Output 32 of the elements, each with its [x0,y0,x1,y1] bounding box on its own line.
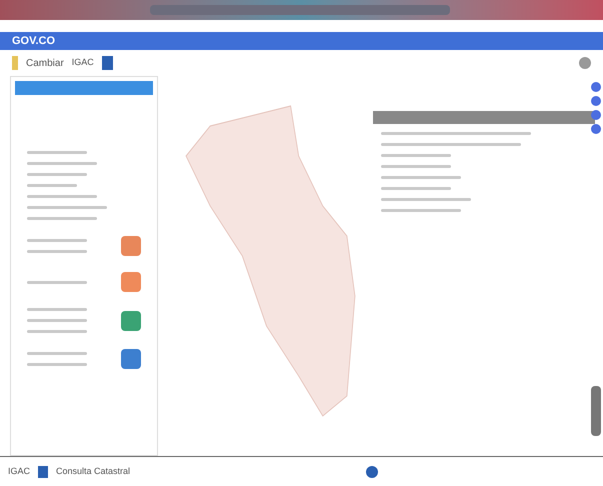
footer-title: Consulta Catastral [56,464,130,478]
blurred-text-line [381,165,451,168]
blurred-text-line [27,173,87,176]
crest-icon [12,56,18,70]
blurred-text-line [27,363,87,366]
tool-tile-icon[interactable] [121,349,141,369]
blurred-text-line [27,239,87,242]
agency-logo[interactable]: IGAC [72,56,94,70]
zoom-controls[interactable] [591,386,601,436]
footer-agency-logo[interactable]: IGAC [8,464,30,478]
tool-tile-icon[interactable] [121,272,141,292]
blurred-text-line [27,250,87,253]
blurred-text-line [27,217,97,220]
brand-logo[interactable]: Cambiar [26,56,64,70]
user-icon[interactable] [579,57,591,69]
blurred-text-line [381,154,451,157]
house-icon [102,56,113,70]
facebook-icon[interactable] [366,466,378,478]
blurred-text-line [27,280,87,284]
blurred-text-line [27,195,97,198]
blurred-text-line [27,151,87,154]
blurred-text-line [27,184,77,187]
blurred-text-line [381,187,451,190]
blurred-text-line [27,330,87,333]
blurred-text-line [27,308,87,311]
blurred-text-line [27,352,87,355]
blurred-text-line [27,162,97,165]
gov-logo[interactable]: GOV.CO [12,32,55,50]
tool-tile-icon[interactable] [121,310,141,330]
tool-tile-icon[interactable] [121,236,141,256]
house-icon [38,466,48,478]
blurred-text-line [27,319,87,322]
